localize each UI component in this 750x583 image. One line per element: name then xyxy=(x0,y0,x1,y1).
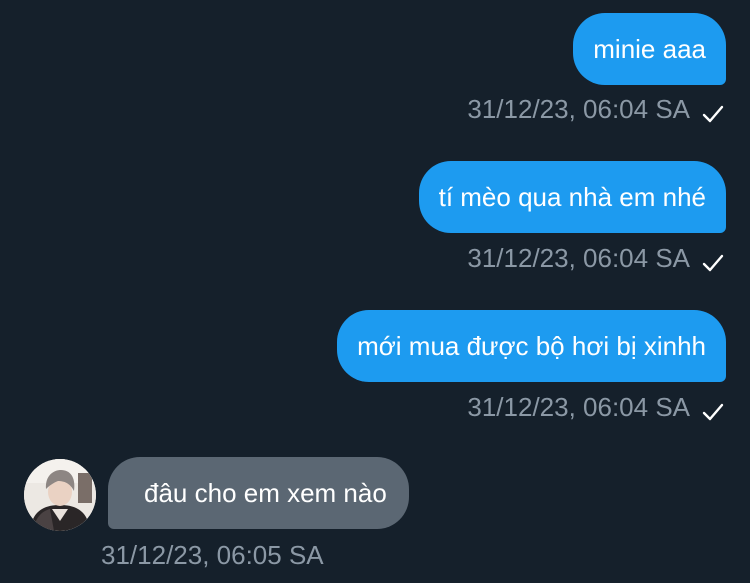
outgoing-message-bubble[interactable]: mới mua được bộ hơi bị xinhh xyxy=(337,310,726,382)
checkmark-icon xyxy=(702,100,724,122)
checkmark-icon xyxy=(702,249,724,271)
message-meta: 31/12/23, 06:04 SA xyxy=(467,94,724,125)
incoming-message-bubble[interactable]: đâu cho em xem nào xyxy=(108,457,409,529)
message-timestamp: 31/12/23, 06:04 SA xyxy=(467,392,690,422)
message-meta: 31/12/23, 06:05 SA xyxy=(101,540,324,571)
message-timestamp: 31/12/23, 06:04 SA xyxy=(467,243,690,273)
contact-avatar[interactable] xyxy=(24,459,96,531)
message-timestamp: 31/12/23, 06:04 SA xyxy=(467,94,690,124)
message-text: minie aaa xyxy=(593,33,706,64)
message-meta: 31/12/23, 06:04 SA xyxy=(467,243,724,274)
message-thread: minie aaa 31/12/23, 06:04 SA tí mèo qua … xyxy=(0,0,750,583)
outgoing-message-bubble[interactable]: minie aaa xyxy=(573,13,726,85)
message-meta: 31/12/23, 06:04 SA xyxy=(467,392,724,423)
message-text: tí mèo qua nhà em nhé xyxy=(438,181,706,212)
message-text: đâu cho em xem nào xyxy=(144,477,387,508)
outgoing-message-bubble[interactable]: tí mèo qua nhà em nhé xyxy=(418,161,726,233)
message-text: mới mua được bộ hơi bị xinhh xyxy=(357,330,706,361)
message-timestamp: 31/12/23, 06:05 SA xyxy=(101,540,324,570)
checkmark-icon xyxy=(702,398,724,420)
